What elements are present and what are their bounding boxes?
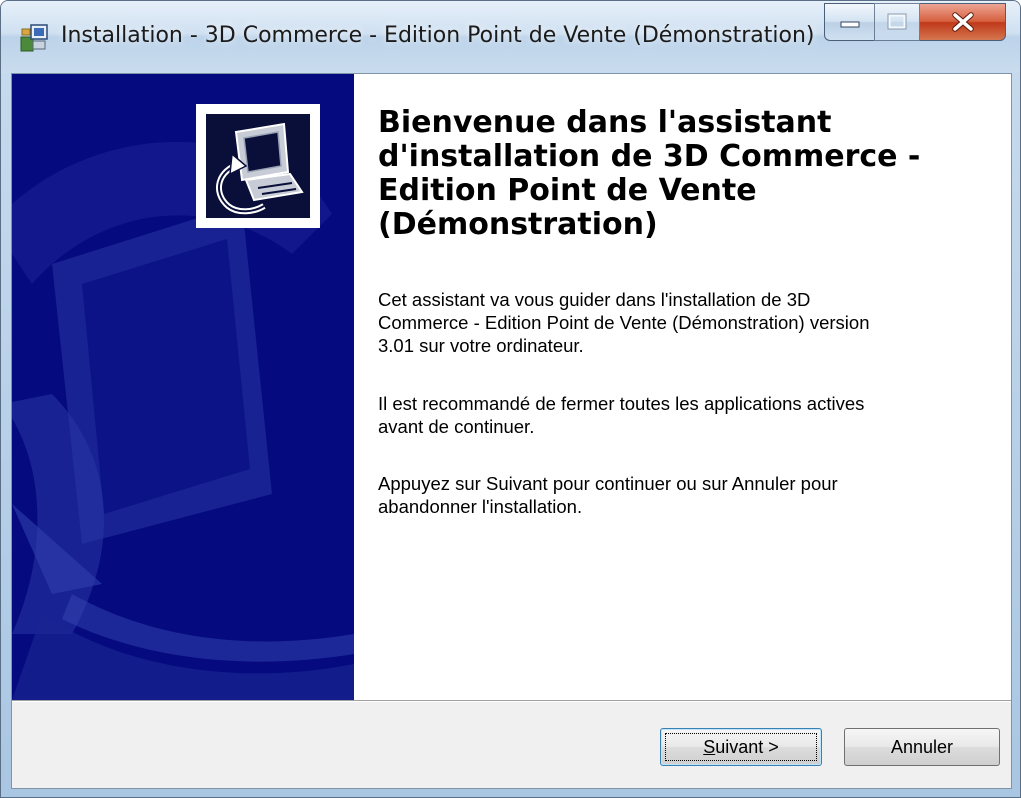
installer-app-icon[interactable] [19, 23, 49, 53]
wizard-client-area: Bienvenue dans l'assistant d'installatio… [11, 73, 1012, 789]
intro-paragraph: Cet assistant va vous guider dans l'inst… [378, 289, 870, 356]
wizard-content: Bienvenue dans l'assistant d'installatio… [354, 74, 1011, 700]
maximize-button[interactable] [874, 3, 920, 41]
cancel-button[interactable]: Annuler [844, 728, 1000, 766]
logo-background [206, 114, 310, 218]
minimize-button[interactable] [824, 3, 874, 41]
wizard-side-banner [12, 74, 354, 700]
installer-window: Installation - 3D Commerce - Edition Poi… [0, 0, 1021, 798]
computer-install-icon [206, 122, 310, 222]
window-title: Installation - 3D Commerce - Edition Poi… [61, 23, 815, 48]
instructions-paragraph: Appuyez sur Suivant pour continuer ou su… [378, 473, 838, 517]
minimize-icon [839, 15, 861, 29]
caption-buttons [824, 3, 1006, 41]
close-button[interactable] [920, 3, 1006, 41]
next-button-mnemonic: S [703, 736, 716, 757]
next-button[interactable]: Suivant > [660, 728, 822, 766]
next-button-label: uivant > [715, 736, 779, 757]
maximize-icon [887, 13, 907, 31]
title-bar[interactable]: Installation - 3D Commerce - Edition Poi… [1, 1, 1020, 73]
installer-logo [196, 104, 320, 228]
close-icon [951, 12, 975, 32]
recommendation-paragraph: Il est recommandé de fermer toutes les a… [378, 393, 865, 437]
wizard-footer: Suivant > Annuler [12, 702, 1011, 788]
welcome-title: Bienvenue dans l'assistant d'installatio… [378, 105, 921, 242]
